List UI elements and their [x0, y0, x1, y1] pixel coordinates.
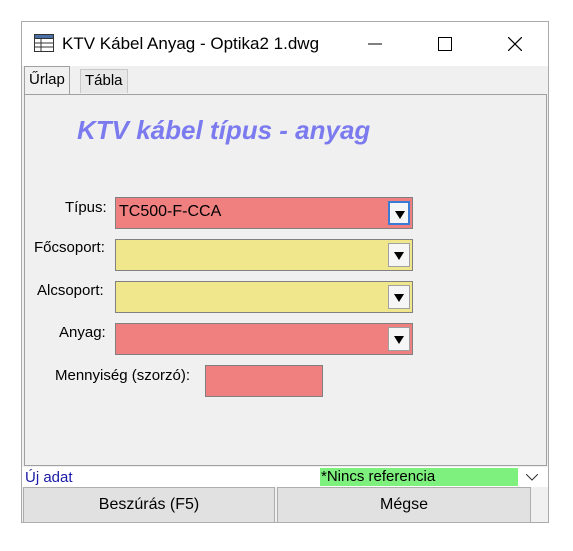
cancel-button[interactable]: Mégse	[277, 487, 531, 523]
insert-button[interactable]: Beszúrás (F5)	[23, 487, 275, 523]
tab-urlap[interactable]: Űrlap	[24, 66, 70, 94]
chevron-down-icon	[526, 474, 538, 481]
tipus-label: Típus:	[65, 199, 107, 216]
form-panel: KTV kábel típus - anyag Típus: TC500-F-C…	[24, 94, 547, 466]
form-title: KTV kábel típus - anyag	[77, 115, 371, 145]
mennyiseg-input[interactable]	[205, 365, 323, 397]
alcsoport-combobox[interactable]	[115, 281, 413, 313]
tab-tabla[interactable]: Tábla	[80, 69, 128, 93]
reference-status: *Nincs referencia	[320, 468, 518, 486]
tab-strip: Tábla Űrlap	[22, 66, 548, 94]
minimize-button[interactable]	[352, 22, 398, 66]
maximize-button[interactable]	[422, 22, 468, 66]
record-status: Új adat	[25, 469, 73, 486]
app-window: KTV Kábel Anyag - Optika2 1.dwg Tábla Űr…	[21, 21, 549, 523]
close-icon	[508, 37, 522, 51]
mennyiseg-label: Mennyiség (szorzó):	[55, 367, 191, 384]
focsoport-dropdown-button[interactable]	[388, 243, 410, 267]
tipus-value: TC500-F-CCA	[119, 203, 222, 220]
dropdown-arrow-icon	[394, 294, 404, 302]
status-bar: Új adat *Nincs referencia	[22, 467, 548, 487]
tipus-combobox[interactable]: TC500-F-CCA	[115, 197, 413, 229]
focsoport-combobox[interactable]	[115, 239, 413, 271]
minimize-icon	[368, 43, 382, 45]
dropdown-arrow-icon	[395, 211, 405, 219]
anyag-dropdown-button[interactable]	[388, 327, 410, 351]
anyag-label: Anyag:	[59, 324, 106, 341]
dropdown-arrow-icon	[394, 252, 404, 260]
anyag-combobox[interactable]	[115, 323, 413, 355]
maximize-icon	[438, 37, 452, 51]
reference-dropdown-button[interactable]	[522, 469, 542, 485]
focsoport-label: Főcsoport:	[34, 239, 105, 256]
window-title: KTV Kábel Anyag - Optika2 1.dwg	[62, 34, 320, 53]
tipus-dropdown-button[interactable]	[388, 201, 410, 225]
close-button[interactable]	[492, 22, 538, 66]
alcsoport-label: Alcsoport:	[37, 282, 104, 299]
table-app-icon	[34, 34, 54, 52]
alcsoport-dropdown-button[interactable]	[388, 285, 410, 309]
title-bar[interactable]: KTV Kábel Anyag - Optika2 1.dwg	[22, 22, 548, 66]
dropdown-arrow-icon	[394, 336, 404, 344]
